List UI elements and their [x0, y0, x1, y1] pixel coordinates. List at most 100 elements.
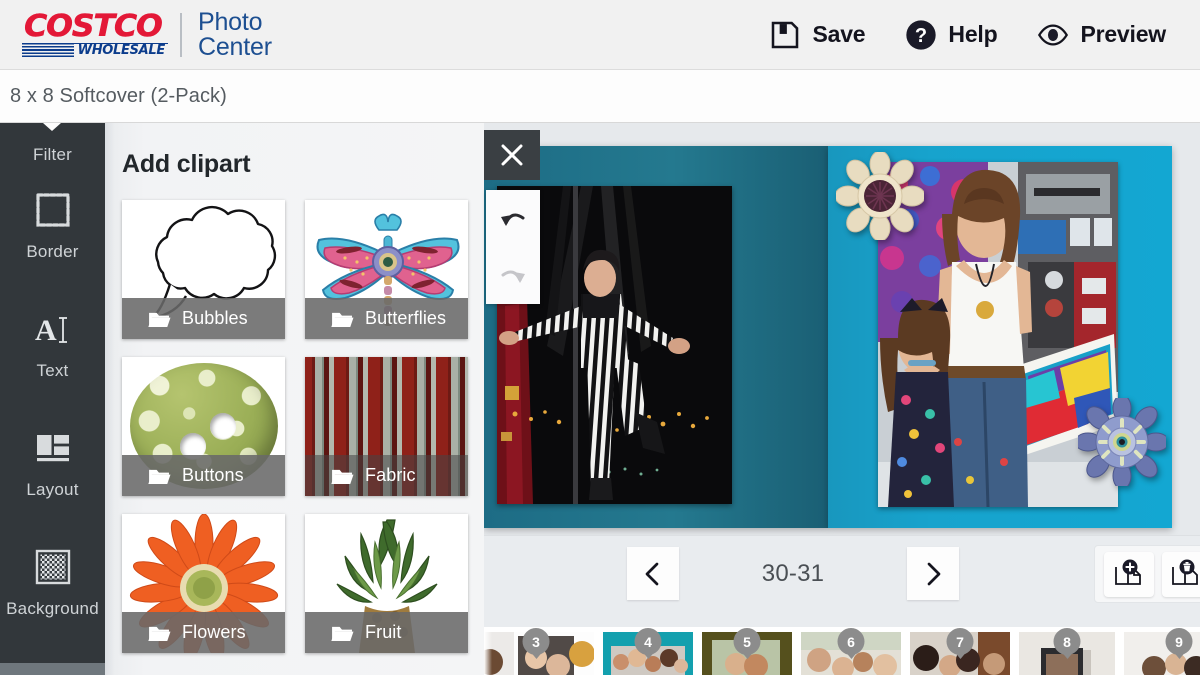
- clipart-label: Flowers: [182, 622, 246, 642]
- folder-icon: [148, 469, 171, 484]
- filmstrip-track: 3 4 5 6 7 8 9: [484, 628, 1200, 675]
- clipart-caption: Fabric: [305, 455, 468, 496]
- page-thumbnail-filmstrip[interactable]: 3 4 5 6 7 8 9: [484, 627, 1200, 675]
- clipart-cream-flower[interactable]: [834, 150, 926, 242]
- brand-divider: [180, 12, 182, 57]
- book-canvas: [484, 123, 1200, 535]
- product-title-bar: 8 x 8 Softcover (2-Pack): [0, 70, 1200, 123]
- add-clipart-panel: Add clipart Bubbles Butterflies Buttons …: [105, 123, 484, 675]
- clipart-category-bubbles[interactable]: Bubbles: [122, 200, 285, 339]
- close-icon: [501, 144, 523, 166]
- thumbnail-number-badge: 8: [1053, 628, 1081, 655]
- sidebar-item-border[interactable]: Border: [0, 165, 105, 284]
- clipart-label: Fabric: [365, 465, 416, 485]
- list-item[interactable]: 4: [603, 628, 693, 675]
- clipart-category-butterflies[interactable]: Butterflies: [305, 200, 468, 339]
- page-title: 8 x 8 Softcover (2-Pack): [10, 84, 227, 107]
- list-item[interactable]: 3: [484, 628, 594, 675]
- clipart-category-grid: Bubbles Butterflies Buttons Fabric Flowe…: [122, 200, 472, 653]
- text-icon: A: [30, 306, 76, 352]
- page-tools-group: [1094, 545, 1200, 603]
- sidebar-item-border-label: Border: [26, 242, 79, 261]
- thumbnail-number-badge: 4: [634, 628, 662, 655]
- page-navigation-bar: 30-31: [484, 535, 1200, 627]
- list-item[interactable]: 8: [1019, 628, 1115, 675]
- costco-wholesale-text: WHOLESALE: [73, 43, 168, 57]
- clipart-caption: Butterflies: [305, 298, 468, 339]
- folder-icon: [331, 469, 354, 484]
- undo-button[interactable]: [486, 190, 540, 247]
- thumbnail-number-badge: 6: [837, 628, 865, 655]
- clipart-caption: Bubbles: [122, 298, 285, 339]
- costco-wordmark: COSTCO: [24, 8, 163, 44]
- clipart-label: Bubbles: [182, 308, 248, 328]
- svg-text:?: ?: [915, 25, 927, 47]
- clipart-label: Buttons: [182, 465, 244, 485]
- folder-icon: [148, 312, 171, 327]
- header-actions: Save ? Help Preview: [769, 19, 1166, 51]
- clipart-category-fabric[interactable]: Fabric: [305, 357, 468, 496]
- clipart-label: Butterflies: [365, 308, 447, 328]
- list-item[interactable]: 6: [801, 628, 901, 675]
- sidebar-item-layout[interactable]: Layout: [0, 403, 105, 522]
- delete-page-icon: [1172, 559, 1199, 585]
- selected-tool-notch: [43, 123, 61, 131]
- photo-center-title: Photo Center: [198, 9, 272, 61]
- clipart-caption: Buttons: [122, 455, 285, 496]
- costco-photo-center-logo[interactable]: COSTCO WHOLESALE Photo Center: [22, 9, 272, 61]
- chevron-left-icon: [645, 562, 659, 585]
- clipart-category-flowers[interactable]: Flowers: [122, 514, 285, 653]
- clipart-panel-title: Add clipart: [122, 150, 251, 178]
- folder-icon: [331, 312, 354, 327]
- list-item[interactable]: 5: [702, 628, 792, 675]
- border-icon: [30, 187, 76, 233]
- save-floppy-icon: [772, 21, 799, 48]
- photo-center-line2: Center: [198, 32, 272, 61]
- sidebar-item-filter[interactable]: Filter: [0, 125, 105, 165]
- app-header: COSTCO WHOLESALE Photo Center Save ? Hel…: [0, 0, 1200, 70]
- background-icon: [30, 544, 76, 590]
- clipart-category-buttons[interactable]: Buttons: [122, 357, 285, 496]
- delete-page-button[interactable]: [1161, 551, 1200, 597]
- close-panel-button[interactable]: [484, 130, 540, 180]
- add-page-button[interactable]: [1104, 551, 1154, 597]
- folder-icon: [331, 626, 354, 641]
- clipart-label: Fruit: [365, 622, 402, 642]
- clipart-blue-flower[interactable]: [1074, 394, 1170, 490]
- clipart-category-fruit[interactable]: Fruit: [305, 514, 468, 653]
- thumbnail-number-badge: 3: [522, 628, 550, 655]
- folder-icon: [148, 626, 171, 641]
- save-button[interactable]: Save: [769, 19, 866, 51]
- page-spread[interactable]: [484, 146, 1172, 528]
- add-page-icon: [1114, 559, 1141, 585]
- next-page-button[interactable]: [907, 547, 959, 600]
- sidebar-item-filter-label: Filter: [33, 145, 72, 164]
- costco-logo: COSTCO WHOLESALE: [22, 11, 172, 58]
- tool-sidebar: Filter Border A Text Layout Background: [0, 123, 105, 663]
- sidebar-item-background[interactable]: Background: [0, 522, 105, 641]
- list-item[interactable]: 9: [1124, 628, 1200, 675]
- sidebar-item-text-label: Text: [36, 361, 69, 380]
- help-label: Help: [948, 21, 998, 47]
- right-page[interactable]: [828, 146, 1172, 528]
- chevron-right-icon: [927, 562, 941, 585]
- undo-redo-group: [486, 190, 540, 304]
- undo-arrow-icon: [501, 212, 525, 226]
- clipart-caption: Flowers: [122, 612, 285, 653]
- page-range-indicator: 30-31: [761, 559, 825, 587]
- sidebar-item-layout-label: Layout: [26, 480, 79, 499]
- redo-button[interactable]: [486, 247, 540, 304]
- help-button[interactable]: ? Help: [905, 19, 998, 51]
- save-label: Save: [812, 21, 866, 47]
- photo-book-editor: COSTCO WHOLESALE Photo Center Save ? Hel…: [0, 0, 1200, 675]
- filmstrip-left-fade: [484, 627, 492, 675]
- thumbnail-number-badge: 5: [733, 628, 761, 655]
- thumbnail-number-badge: 9: [1165, 628, 1193, 655]
- thumbnail-number-badge: 7: [946, 628, 974, 655]
- preview-button[interactable]: Preview: [1037, 19, 1166, 51]
- sidebar-item-text[interactable]: A Text: [0, 284, 105, 403]
- prev-page-button[interactable]: [627, 547, 679, 600]
- svg-text:A: A: [35, 314, 57, 347]
- list-item[interactable]: 7: [910, 628, 1010, 675]
- redo-arrow-icon: [501, 269, 525, 283]
